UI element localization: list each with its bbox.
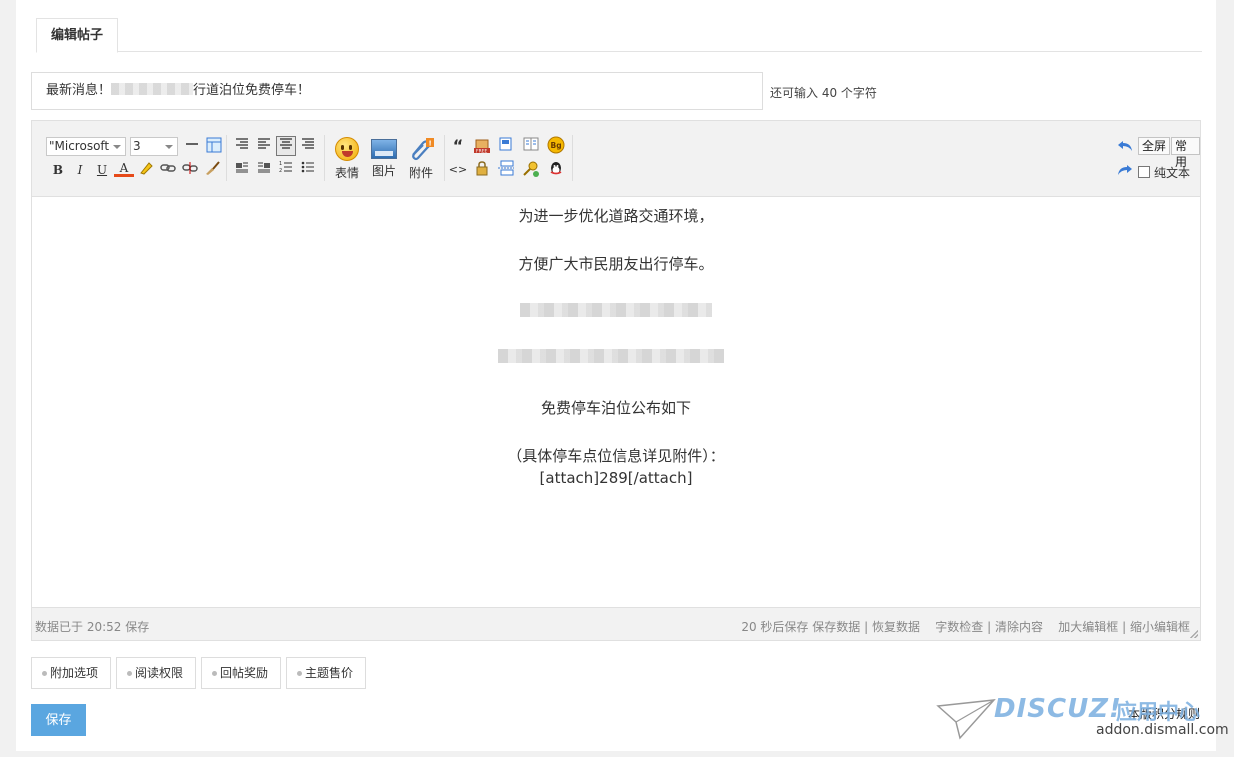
plaintext-label: 纯文本 [1154,166,1191,180]
svg-text:1: 1 [279,161,282,167]
redacted-text [520,303,712,317]
font-select[interactable]: "Microsoft [46,137,126,156]
svg-text:!: ! [429,140,432,148]
plaintext-checkbox[interactable] [1138,166,1150,178]
emoticon-icon [335,137,359,161]
subject-input[interactable]: 最新消息！ 行道泊位免费停车！ [31,72,763,110]
toolbar-separator [226,135,227,181]
image-button[interactable]: 图片 [367,137,401,179]
image-label: 图片 [371,164,396,178]
link-icon[interactable] [158,160,178,180]
redacted-text [111,83,194,95]
qq-icon[interactable] [546,160,566,180]
svg-text:2: 2 [279,168,282,174]
clear-content-link[interactable]: 清除内容 [995,620,1043,634]
common-mode-button[interactable]: 常用 [1171,137,1200,169]
align-right-icon[interactable] [232,137,252,157]
table-icon[interactable] [204,137,224,157]
toolbar-separator [324,135,325,181]
option-reply-reward[interactable]: 回帖奖励 [201,657,281,689]
attachment-icon: ! [409,137,434,161]
editor-content[interactable]: 为进一步优化道路交通环境， 方便广大市民朋友出行停车。 免费停车泊位公布如下 （… [32,197,1200,609]
statusbar-actions: 20 秒后保存 保存数据 | 恢复数据 字数检查 | 清除内容 加大编辑框 | … [741,618,1190,635]
resize-grip-icon[interactable] [1190,630,1198,638]
lock-icon[interactable] [472,160,492,180]
password-key-icon[interactable] [521,160,541,180]
redo-icon[interactable] [1117,163,1133,181]
underline-button[interactable]: U [92,160,112,180]
autosave-countdown: 20 秒后保存 [741,620,809,634]
align-left-icon[interactable] [254,137,274,157]
char-counter: 还可输入 40 个字符 [770,86,877,100]
unordered-list-icon[interactable] [298,160,318,180]
toolbar-separator [572,135,573,181]
save-data-link[interactable]: 保存数据 [812,620,860,634]
page: 编辑帖子 最新消息！ 行道泊位免费停车！ 还可输入 40 个字符 "Microso… [16,0,1216,751]
tab-bar: 编辑帖子 [36,18,1202,53]
toolbar-separator [444,135,445,181]
horizontal-rule-icon[interactable] [182,137,202,157]
editor-statusbar: 数据已于 20:52 保存 20 秒后保存 保存数据 | 恢复数据 字数检查 |… [32,607,1200,640]
divider: | [1122,620,1127,634]
page-break-icon[interactable] [496,160,516,180]
attachment-code: [attach]289[/attach] [539,469,693,487]
highlight-icon[interactable] [136,160,156,180]
unlink-icon[interactable] [180,160,200,180]
subject-prefix: 最新消息！ [46,83,112,98]
paper-plane-icon [936,699,996,740]
redacted-text [498,349,724,363]
background-icon[interactable]: Bg [546,136,566,156]
ordered-list-icon[interactable]: 12 [276,160,296,180]
bold-button[interactable]: B [48,160,68,180]
fullscreen-button[interactable]: 全屏 [1138,137,1171,155]
quote-icon[interactable]: “ [448,136,468,156]
watermark-url: addon.dismall.com [1096,722,1229,738]
emoticon-button[interactable]: 表情 [330,137,364,181]
free-tag-icon[interactable]: FREE [472,136,492,156]
content-line: 免费停车泊位公布如下 [540,399,691,417]
align-center-icon[interactable] [276,136,296,156]
font-select-value: "Microsoft [49,139,110,153]
attachment-button[interactable]: ! 附件 [404,137,438,181]
float-left-icon[interactable] [232,160,252,180]
hide-content-icon[interactable] [496,136,516,156]
content-line: （具体停车点位信息详见附件）： [507,447,725,465]
save-button[interactable]: 保存 [31,704,86,736]
size-select[interactable]: 3 [130,137,178,156]
content-line: 方便广大市民朋友出行停车。 [518,255,714,273]
table-layout-icon[interactable] [521,136,541,156]
tab-edit-post[interactable]: 编辑帖子 [36,18,118,53]
emoticon-label: 表情 [334,166,359,180]
restore-data-link[interactable]: 恢复数据 [872,620,920,634]
code-icon[interactable]: <> [448,160,468,180]
font-color-button[interactable]: A [114,159,134,177]
option-thread-price[interactable]: 主题售价 [286,657,366,689]
image-icon [371,139,397,159]
size-select-value: 3 [133,139,141,153]
italic-button[interactable]: I [70,160,90,180]
float-right-icon[interactable] [254,160,274,180]
enlarge-editor-link[interactable]: 加大编辑框 [1058,620,1118,634]
divider: | [864,620,869,634]
svg-text:FREE: FREE [476,149,488,155]
undo-icon[interactable] [1117,139,1133,157]
svg-text:Bg: Bg [551,141,562,150]
editor: "Microsoft 3 B I U A 1 2 表情 图片 ! 附件 “ FR… [31,120,1201,641]
option-read-permission[interactable]: 阅读权限 [116,657,196,689]
subject-suffix: 行道泊位免费停车！ [193,83,311,98]
clear-format-icon[interactable] [202,160,222,180]
divider: | [987,620,992,634]
chevron-down-icon [165,145,173,149]
watermark: DISCUZ! 应用中心 addon.dismall.com [936,694,1229,744]
align-justify-icon[interactable] [298,137,318,157]
chevron-down-icon [113,145,121,149]
word-check-link[interactable]: 字数检查 [935,620,983,634]
attachment-label: 附件 [408,166,433,180]
content-line: 为进一步优化道路交通环境， [518,207,714,225]
shrink-editor-link[interactable]: 缩小编辑框 [1130,620,1190,634]
option-extra[interactable]: 附加选项 [31,657,111,689]
editor-toolbar: "Microsoft 3 B I U A 1 2 表情 图片 ! 附件 “ FR… [32,121,1200,197]
watermark-logo: DISCUZ! [994,694,1122,724]
autosave-status: 数据已于 20:52 保存 [35,620,150,634]
